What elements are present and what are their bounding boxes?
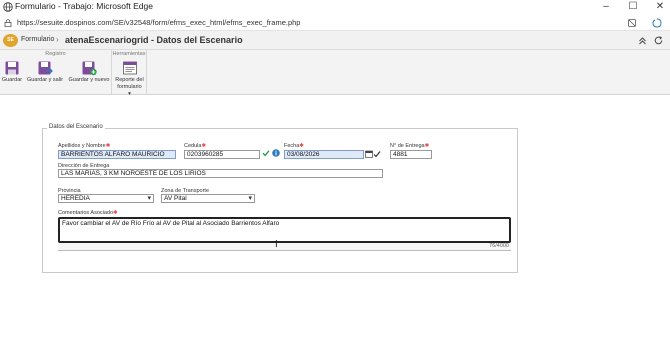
collapse-icon[interactable] bbox=[637, 35, 648, 46]
apellidos-field[interactable]: BARRIENTOS ALFARO MAURICIO bbox=[58, 150, 176, 159]
provincia-select[interactable]: HEREDIA bbox=[58, 194, 154, 203]
window-title: Formulario - Trabajo: Microsoft Edge bbox=[15, 1, 153, 11]
zona-select[interactable]: AV Pital bbox=[161, 194, 255, 203]
save-and-exit-label: Guardar y salir bbox=[26, 77, 64, 83]
entrega-field[interactable]: 4881 bbox=[390, 150, 432, 159]
form-report-button[interactable]: Reporte del formulario ▾ bbox=[113, 60, 146, 98]
date-check-icon[interactable] bbox=[373, 150, 381, 158]
save-and-new-label: Guardar y nuevo bbox=[68, 77, 110, 83]
entrega-label: N° de Entrega✱ bbox=[390, 143, 430, 149]
save-and-new-button[interactable]: Guardar y nuevo bbox=[67, 60, 111, 84]
ribbon-group-registro: Registro Guardar Guardar y salir Guardar… bbox=[0, 50, 112, 95]
check-icon bbox=[262, 150, 270, 157]
comentarios-textarea[interactable]: Favor cambiar el AV de Río Frío al AV de… bbox=[58, 217, 511, 243]
text-cursor-icon: I bbox=[275, 239, 278, 250]
info-icon[interactable] bbox=[272, 149, 280, 157]
breadcrumb-root[interactable]: Formulario bbox=[21, 36, 54, 43]
lock-icon bbox=[4, 19, 12, 27]
save-button[interactable]: Guardar bbox=[1, 60, 23, 84]
save-exit-icon bbox=[38, 61, 53, 75]
page-title: atenaEscenariogrid - Datos del Escenario bbox=[65, 35, 243, 45]
direccion-field[interactable]: LAS MARIAS, 3 KM NOROESTE DE LOS LIRIOS bbox=[58, 169, 383, 178]
app-logo: SE bbox=[3, 34, 18, 47]
form-report-label: Reporte del formulario bbox=[115, 77, 144, 90]
save-label: Guardar bbox=[1, 77, 23, 83]
cedula-field[interactable]: 0203960285 bbox=[184, 150, 260, 159]
section-title: Datos del Escenario bbox=[47, 124, 105, 130]
comentarios-label: Comentarios Asociado✱ bbox=[58, 210, 118, 216]
ribbon-group-herramientas: Herramientas Reporte del formulario ▾ bbox=[112, 50, 147, 98]
form-content: Datos del Escenario Apellidos y Nombre✱ … bbox=[0, 96, 670, 347]
breadcrumb-separator: › bbox=[56, 35, 59, 44]
tracking-prevention-icon[interactable] bbox=[627, 18, 637, 28]
url-text[interactable]: https://sesuite.dospinos.com/SE/v32548/f… bbox=[17, 18, 300, 27]
calendar-icon[interactable] bbox=[365, 150, 373, 158]
char-counter-bar: 76/4000 bbox=[58, 243, 511, 251]
save-new-icon bbox=[82, 61, 97, 76]
ribbon-group-title: Registro bbox=[45, 51, 66, 57]
char-counter: 76/4000 bbox=[489, 243, 509, 249]
minimize-button[interactable]: – bbox=[600, 1, 612, 13]
refresh-icon[interactable] bbox=[653, 35, 664, 46]
apellidos-label: Apellidos y Nombre✱ bbox=[58, 143, 111, 149]
window-titlebar: Formulario - Trabajo: Microsoft Edge – ☐… bbox=[0, 0, 670, 15]
toolbar-ribbon: Registro Guardar Guardar y salir Guardar… bbox=[0, 50, 670, 98]
report-icon bbox=[122, 61, 137, 75]
globe-icon bbox=[3, 2, 13, 12]
maximize-button[interactable]: ☐ bbox=[627, 1, 639, 13]
app-header: SE Formulario › atenaEscenariogrid - Dat… bbox=[0, 31, 670, 50]
fecha-field[interactable]: 03/08/2026 bbox=[284, 150, 364, 159]
zona-value: AV Pital bbox=[164, 195, 187, 202]
cedula-label: Cedula✱ bbox=[184, 143, 207, 149]
fecha-label: Fecha✱ bbox=[284, 143, 304, 149]
ribbon-group-title: Herramientas bbox=[112, 51, 146, 57]
save-and-exit-button[interactable]: Guardar y salir bbox=[26, 60, 64, 84]
close-button[interactable]: ✕ bbox=[654, 1, 666, 13]
provincia-value: HEREDIA bbox=[61, 195, 90, 202]
address-bar[interactable]: https://sesuite.dospinos.com/SE/v32548/f… bbox=[0, 15, 670, 31]
edge-copilot-icon[interactable] bbox=[652, 18, 662, 28]
save-icon bbox=[5, 61, 19, 75]
